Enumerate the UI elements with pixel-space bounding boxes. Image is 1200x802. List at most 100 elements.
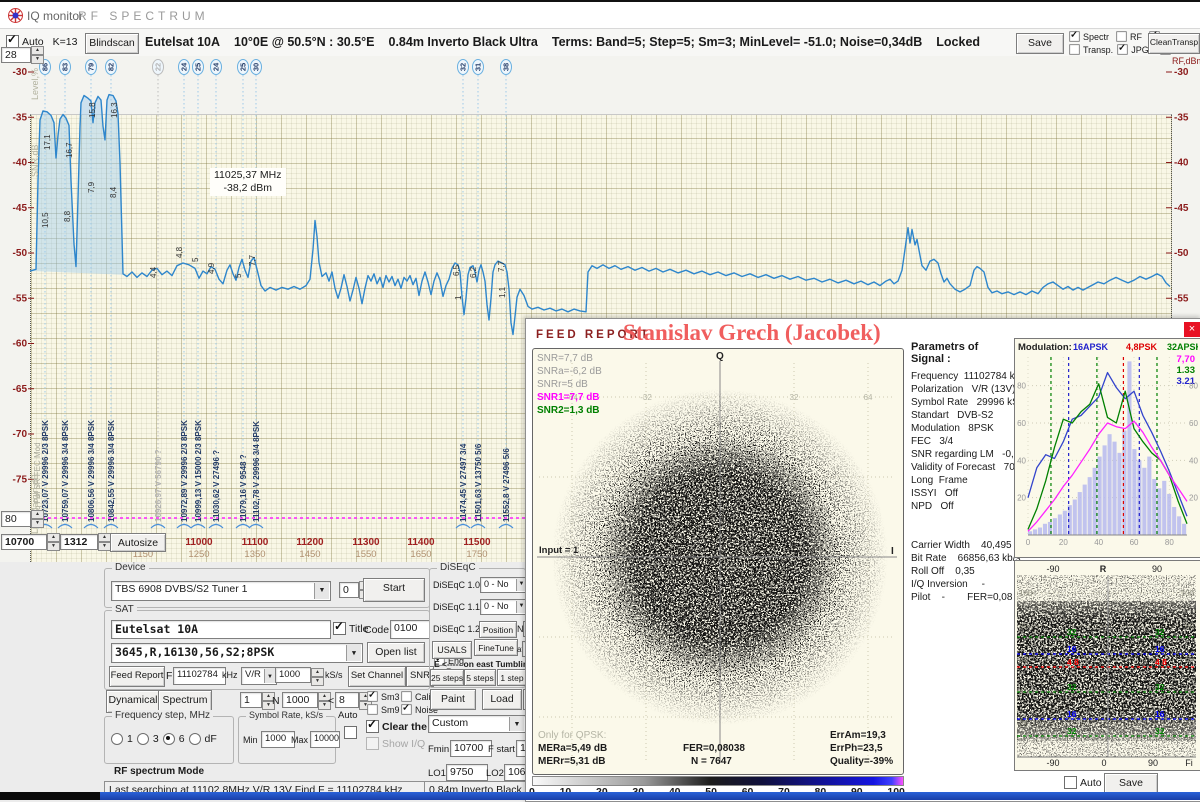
diseqc11-select[interactable]: 0 - No ▼	[480, 599, 528, 615]
position-button[interactable]: Position	[479, 621, 517, 638]
kss-label: kS/s	[325, 670, 343, 680]
sr-value[interactable]: 1000	[275, 667, 311, 683]
step3-radio[interactable]	[136, 733, 149, 745]
tuner-dropdown-icon[interactable]: ▼	[314, 583, 329, 599]
setchannel-button[interactable]: Set Channel	[348, 666, 406, 687]
phase-auto-checkbox[interactable]	[1064, 776, 1077, 789]
sr-down-icon[interactable]: ▼	[311, 676, 324, 686]
fmin-down-icon[interactable]: ▼	[47, 542, 60, 551]
spectr-checkbox[interactable]	[1069, 29, 1080, 42]
n1-value[interactable]: 1	[240, 692, 262, 708]
transp-checkbox[interactable]	[1069, 44, 1080, 55]
stepdf-radio[interactable]	[188, 733, 201, 745]
svg-text:60: 60	[1019, 655, 1028, 664]
scale-bottom-spinner[interactable]: 80 ▲ ▼	[1, 510, 44, 528]
svg-text:Input = 1: Input = 1	[539, 545, 579, 556]
sm3-checkbox[interactable]	[367, 689, 378, 702]
span-spinner[interactable]: 1312 ▲ ▼	[60, 533, 111, 551]
tuner-select[interactable]: TBS 6908 DVBS/S2 Tuner 1 ▼	[111, 581, 331, 601]
scale-top-down-icon[interactable]: ▼	[31, 55, 44, 64]
svg-text:20: 20	[1189, 494, 1198, 503]
svg-text:16: 16	[1067, 644, 1077, 654]
svg-text:60: 60	[1185, 655, 1194, 664]
max-label: Max	[291, 735, 309, 745]
title-checkbox[interactable]	[333, 619, 346, 635]
close-icon[interactable]: ×	[1184, 322, 1200, 337]
scale-bottom-value[interactable]: 80	[1, 510, 31, 527]
custom-dropdown-icon[interactable]: ▼	[509, 717, 524, 731]
custom-select[interactable]: Custom ▼	[428, 715, 526, 733]
calibr-checkbox[interactable]	[401, 691, 412, 702]
signal-params-panel: Parametrs of Signal : Frequency 11102784…	[911, 341, 1035, 604]
pol-dropdown-icon[interactable]: ▼	[264, 669, 275, 683]
svg-text:60: 60	[1017, 419, 1026, 428]
scale-top-value[interactable]: 28	[1, 46, 31, 63]
cleantransp-button[interactable]: CleanTransp	[1148, 33, 1200, 54]
finetune-button[interactable]: FineTune	[474, 639, 518, 656]
feed-freq-field[interactable]: 11102784	[173, 667, 226, 685]
marker-freq: 11025,37 MHz	[214, 169, 282, 181]
start-button[interactable]: Start	[363, 578, 425, 602]
snr-readout: SNRr=5 dB	[537, 379, 588, 390]
steps5-button[interactable]: 5 steps	[464, 669, 496, 686]
lo1-field[interactable]: 9750	[446, 764, 488, 781]
auto-sr-checkbox[interactable]	[344, 726, 357, 739]
scale-bottom-up-icon[interactable]: ▲	[31, 510, 44, 519]
svg-text:1.33: 1.33	[1177, 365, 1196, 376]
load-button[interactable]: Load	[482, 689, 522, 710]
fmin2-field[interactable]: 10700	[450, 740, 492, 757]
fmin-value[interactable]: 10700	[1, 533, 47, 550]
n2-value[interactable]: 1000	[282, 692, 318, 708]
svg-text:100: 100	[1181, 589, 1195, 598]
n1-spinner[interactable]: 1 ▲ ▼	[240, 692, 275, 710]
jpg-checkbox[interactable]	[1117, 42, 1128, 55]
span-value[interactable]: 1312	[60, 533, 98, 550]
openlist-button[interactable]: Open list	[367, 642, 425, 663]
step1-radio[interactable]	[111, 733, 123, 745]
channel-select[interactable]: 3645,R,16130,56,S2;8PSK ▼	[111, 643, 363, 663]
svg-text:-65: -65	[13, 384, 28, 395]
usals-button[interactable]: USALS	[432, 641, 472, 659]
showiq-checkbox[interactable]	[366, 737, 379, 750]
device-num-value[interactable]: 0	[339, 582, 359, 598]
scale-top-spinner[interactable]: 28 ▲ ▼	[1, 46, 44, 64]
channel-dropdown-icon[interactable]: ▼	[346, 645, 361, 661]
freqstep-caption: Frequency step, MHz	[112, 710, 214, 721]
sm9-checkbox[interactable]	[367, 704, 378, 715]
clearloop-checkbox[interactable]	[366, 717, 379, 733]
step1-button[interactable]: 1 step	[497, 669, 527, 686]
code-field[interactable]: 0100	[390, 620, 430, 639]
transponder-label: 11552,8 V 27496 5/6	[502, 448, 511, 522]
svg-text:32: 32	[1155, 726, 1165, 736]
stepdf-label: dF	[204, 733, 217, 745]
feedreport-button[interactable]: Feed Report	[109, 666, 165, 687]
max-field[interactable]: 10000	[310, 731, 340, 748]
step6-radio[interactable]	[162, 733, 175, 745]
pol-select[interactable]: V/R ▼	[241, 667, 277, 685]
transponder-label: 10759,07 V 29996 3/4 8PSK	[61, 420, 70, 522]
min-field[interactable]: 1000	[261, 731, 295, 748]
sat-name-field[interactable]: Eutelsat 10A	[111, 620, 331, 639]
scale-top-up-icon[interactable]: ▲	[31, 46, 44, 55]
diseqc10-select[interactable]: 0 - No ▼	[480, 577, 528, 593]
sr-spinner[interactable]: 1000 ▲ ▼	[275, 667, 324, 686]
paint-button[interactable]: Paint	[430, 689, 476, 710]
svg-text:60: 60	[1130, 538, 1139, 547]
signal-param-line: Carrier Width 40,495 MHz	[911, 540, 1035, 551]
sr-up-icon[interactable]: ▲	[311, 667, 324, 677]
blindscan-button[interactable]: Blindscan	[85, 33, 139, 54]
fmin-spinner[interactable]: 10700 ▲ ▼	[1, 533, 60, 551]
n3-value[interactable]: 8	[335, 692, 359, 708]
noise-checkbox[interactable]	[401, 702, 412, 715]
n2-spinner[interactable]: 1000 ▲ ▼	[282, 692, 331, 710]
autosize-button[interactable]: Autosize	[110, 533, 166, 552]
rf-checkbox[interactable]	[1116, 31, 1127, 42]
scale-bottom-down-icon[interactable]: ▼	[31, 519, 44, 528]
fmin-up-icon[interactable]: ▲	[47, 533, 60, 542]
svg-text:32APSK: 32APSK	[1167, 342, 1198, 352]
svg-text:7,7: 7,7	[248, 254, 257, 266]
sat-group: SAT Eutelsat 10A Title Code 0100 3645,R,…	[104, 604, 434, 690]
custom-value: Custom	[432, 717, 469, 729]
save-spectrum-button[interactable]: Save	[1016, 33, 1064, 54]
steps25-button[interactable]: 25 steps	[430, 669, 464, 686]
